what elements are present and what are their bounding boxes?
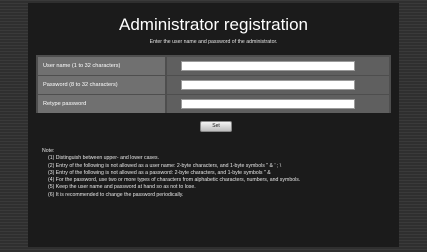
page-title: Administrator registration: [119, 15, 308, 34]
note-item: (3) Entry of the following is not allowe…: [48, 169, 271, 176]
notes-title: Note:: [42, 148, 55, 154]
set-button[interactable]: Set: [200, 121, 232, 132]
username-input-cell: [167, 57, 389, 75]
retype-password-input-cell: [167, 95, 389, 113]
form-row-username: User name (1 to 32 characters): [36, 57, 391, 75]
note-item: (2) Entry of the following is not allowe…: [48, 162, 282, 169]
note-item: (5) Keep the user name and password at h…: [48, 184, 196, 191]
page-subtitle: Enter the user name and password of the …: [149, 39, 278, 45]
note-item: (1) Distinguish between upper- and lower…: [48, 155, 160, 162]
form-row-password: Password (8 to 32 characters): [36, 76, 391, 94]
note-item: (4) For the password, use two or more ty…: [48, 177, 301, 184]
notes-section: Note: (1) Distinguish between upper- and…: [42, 148, 387, 199]
username-input[interactable]: [181, 61, 355, 71]
password-input[interactable]: [181, 80, 355, 90]
retype-password-label: Retype password: [38, 95, 165, 113]
registration-form: User name (1 to 32 characters) Password …: [36, 55, 391, 113]
form-row-retype-password: Retype password: [36, 95, 391, 113]
password-label: Password (8 to 32 characters): [38, 76, 165, 94]
registration-panel: Administrator registration Enter the use…: [28, 3, 399, 247]
password-input-cell: [167, 76, 389, 94]
note-item: (6) It is recommended to change the pass…: [48, 191, 184, 198]
username-label: User name (1 to 32 characters): [38, 57, 165, 75]
retype-password-input[interactable]: [181, 99, 355, 109]
